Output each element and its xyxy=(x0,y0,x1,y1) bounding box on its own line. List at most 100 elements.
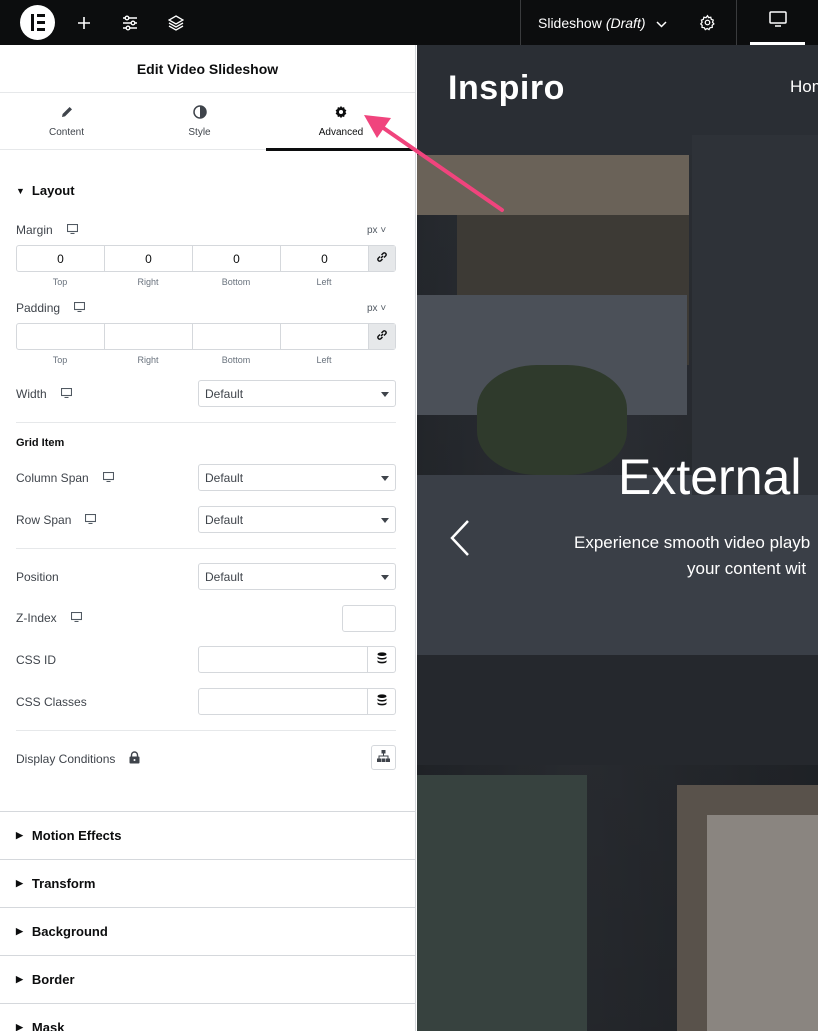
css-classes-field xyxy=(198,688,396,715)
desktop-mode-button[interactable] xyxy=(750,0,805,45)
desktop-icon[interactable] xyxy=(73,301,86,315)
width-select[interactable]: Default xyxy=(198,380,396,407)
control-label: Position xyxy=(16,570,59,584)
tab-label: Style xyxy=(188,127,211,138)
tab-content[interactable]: Content xyxy=(0,93,133,150)
database-icon xyxy=(377,693,387,711)
desktop-icon[interactable] xyxy=(102,471,114,485)
desktop-icon[interactable] xyxy=(66,223,78,237)
slide-subtitle-line: your content wit xyxy=(687,559,807,578)
margin-unit-select[interactable]: px ˅ xyxy=(367,225,386,236)
control-label: Margin xyxy=(16,223,53,237)
z-index-input[interactable] xyxy=(342,605,396,632)
database-icon xyxy=(377,651,387,669)
control-label: Z-Index xyxy=(16,611,57,625)
nav-item-home[interactable]: Hom xyxy=(790,77,818,97)
divider xyxy=(520,0,521,45)
structure-button[interactable] xyxy=(156,0,196,45)
dynamic-tags-button[interactable] xyxy=(367,689,395,714)
lock-icon xyxy=(129,751,140,767)
caret-right-icon: ▶ xyxy=(16,973,23,984)
link-icon xyxy=(376,328,388,346)
link-icon xyxy=(376,250,388,268)
link-values-button[interactable] xyxy=(369,324,395,349)
dynamic-tags-button[interactable] xyxy=(367,647,395,672)
control-label: Column Span xyxy=(16,471,89,485)
padding-unit-select[interactable]: px ˅ xyxy=(367,303,386,314)
position-select[interactable]: Default xyxy=(198,563,396,590)
css-id-field xyxy=(198,646,396,673)
border-section-toggle[interactable]: ▶ Border xyxy=(0,955,415,1002)
tab-advanced[interactable]: Advanced xyxy=(266,93,415,151)
select-value: Default xyxy=(205,512,244,527)
tab-label: Content xyxy=(48,127,85,138)
column-span-label: Column Span xyxy=(16,471,114,485)
caret-down-icon xyxy=(381,392,389,397)
margin-inputs: 0 0 0 0 xyxy=(16,245,396,272)
margin-bottom-input[interactable]: 0 xyxy=(193,246,281,271)
divider xyxy=(16,422,396,423)
slide-previous-button[interactable] xyxy=(449,519,471,562)
sitemap-icon xyxy=(377,749,390,767)
slide-heading: External xyxy=(618,449,802,505)
section-title: Motion Effects xyxy=(31,827,122,843)
elementor-logo[interactable] xyxy=(20,5,55,40)
sliders-icon xyxy=(122,15,138,31)
layout-section-toggle[interactable]: ▼ Layout xyxy=(16,183,75,198)
css-id-input[interactable] xyxy=(199,647,367,672)
side-label: Left xyxy=(316,277,332,287)
section-title: Mask xyxy=(31,1019,65,1031)
section-title: Background xyxy=(31,923,108,939)
column-span-select[interactable]: Default xyxy=(198,464,396,491)
link-values-button[interactable] xyxy=(369,246,395,271)
padding-left-input[interactable] xyxy=(281,324,369,349)
control-label: Display Conditions xyxy=(16,752,116,766)
css-classes-input[interactable] xyxy=(199,689,367,714)
margin-left-input[interactable]: 0 xyxy=(281,246,369,271)
slide-subtitle-line: Experience smooth video playb xyxy=(574,533,811,552)
document-switcher[interactable]: Slideshow (Draft) xyxy=(538,0,667,45)
divider xyxy=(736,0,737,45)
plus-icon xyxy=(77,16,91,30)
building-shape xyxy=(707,815,818,1031)
desktop-icon[interactable] xyxy=(85,513,97,527)
caret-right-icon: ▶ xyxy=(16,829,23,840)
caret-right-icon: ▶ xyxy=(16,877,23,888)
building-shape xyxy=(417,155,689,215)
margin-right-input[interactable]: 0 xyxy=(105,246,193,271)
site-settings-button[interactable] xyxy=(110,0,150,45)
transform-section-toggle[interactable]: ▶ Transform xyxy=(0,859,415,906)
control-label: Row Span xyxy=(16,513,72,527)
tree-shape xyxy=(477,365,627,475)
margin-label: Margin xyxy=(16,223,78,237)
add-element-button[interactable] xyxy=(64,0,104,45)
unit-label: px xyxy=(367,303,378,314)
building-shape xyxy=(692,135,818,495)
row-span-select[interactable]: Default xyxy=(198,506,396,533)
margin-top-input[interactable]: 0 xyxy=(17,246,105,271)
caret-down-icon xyxy=(381,518,389,523)
building-shape xyxy=(417,775,587,1031)
motion-effects-section-toggle[interactable]: ▶ Motion Effects xyxy=(0,811,415,858)
tab-style[interactable]: Style xyxy=(133,93,266,150)
panel-tabs: Content Style Advanced xyxy=(0,93,415,151)
select-value: Default xyxy=(205,386,244,401)
mask-section-toggle[interactable]: ▶ Mask xyxy=(0,1003,415,1031)
caret-down-icon xyxy=(381,476,389,481)
side-label: Right xyxy=(137,355,159,365)
gear-icon xyxy=(699,14,716,31)
padding-bottom-input[interactable] xyxy=(193,324,281,349)
css-id-label: CSS ID xyxy=(16,653,56,667)
page-settings-button[interactable] xyxy=(687,0,727,45)
display-conditions-button[interactable] xyxy=(371,745,396,770)
background-section-toggle[interactable]: ▶ Background xyxy=(0,907,415,954)
site-logo[interactable]: Inspiro xyxy=(448,69,565,108)
control-label: CSS ID xyxy=(16,653,57,667)
padding-top-input[interactable] xyxy=(17,324,105,349)
width-label: Width xyxy=(16,387,72,401)
side-label: Right xyxy=(137,277,159,287)
grid-item-heading: Grid Item xyxy=(16,437,65,449)
desktop-icon[interactable] xyxy=(60,387,72,401)
desktop-icon[interactable] xyxy=(70,611,82,625)
padding-right-input[interactable] xyxy=(105,324,193,349)
